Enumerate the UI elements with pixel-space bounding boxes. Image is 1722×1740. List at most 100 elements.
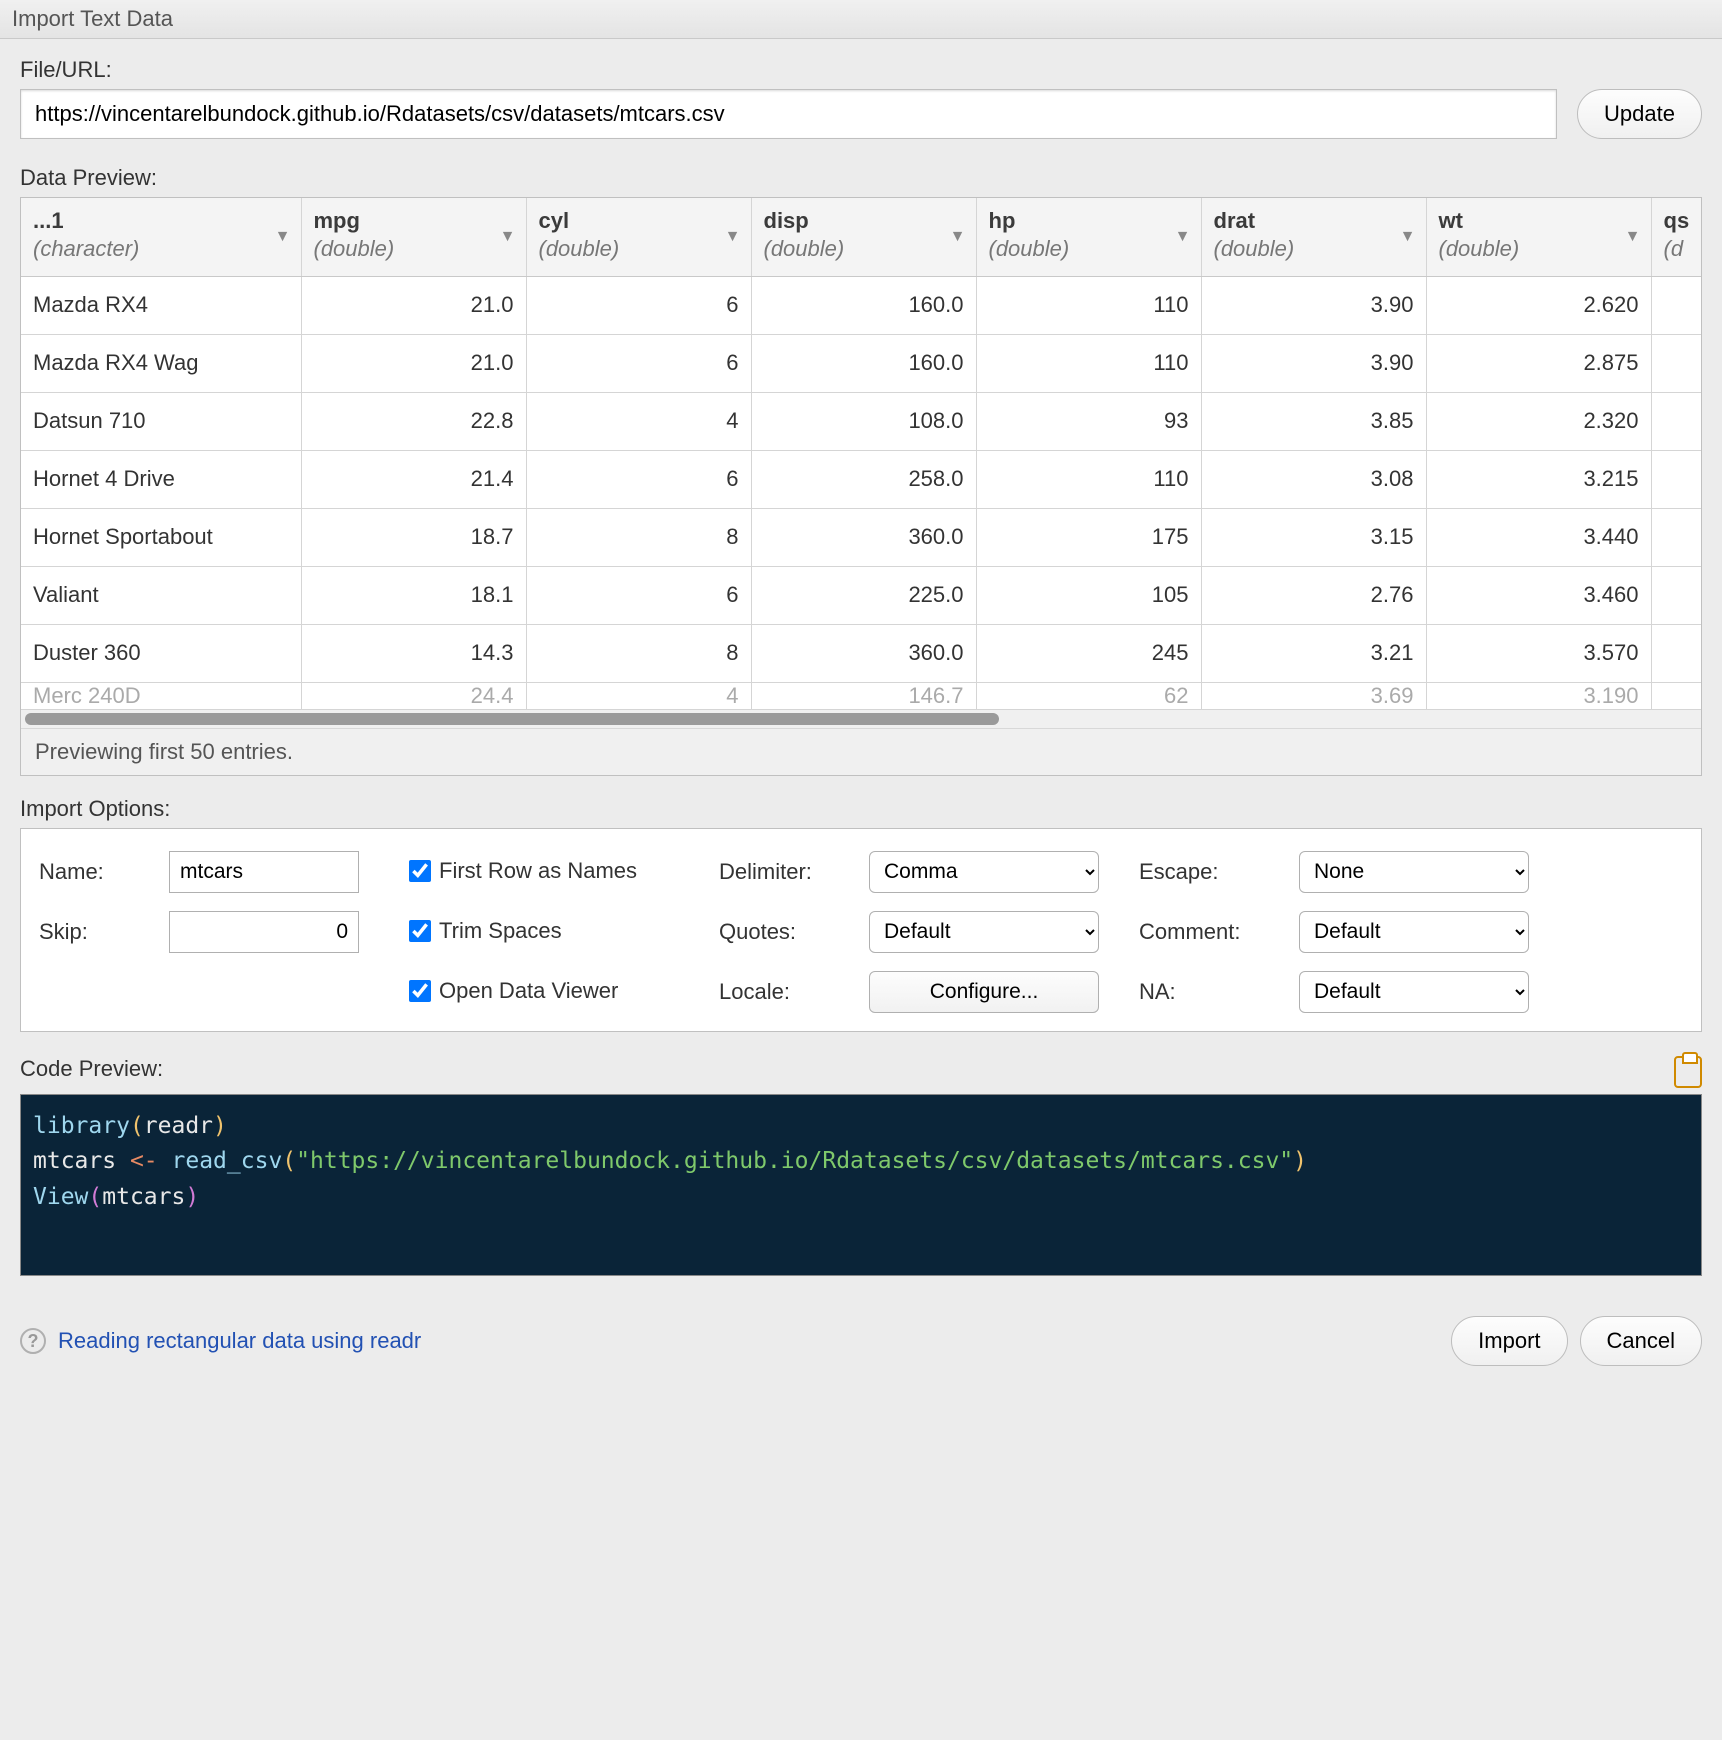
na-label: NA:: [1139, 979, 1299, 1005]
table-cell: 18.1: [301, 566, 526, 624]
table-cell: 2.620: [1426, 276, 1651, 334]
table-row: Mazda RX4 Wag21.06160.01103.902.875: [21, 334, 1701, 392]
chevron-down-icon[interactable]: ▼: [950, 228, 966, 246]
table-cell: 175: [976, 508, 1201, 566]
cancel-button[interactable]: Cancel: [1580, 1316, 1702, 1366]
table-cell: 105: [976, 566, 1201, 624]
table-cell: 6: [526, 450, 751, 508]
table-cell: 110: [976, 450, 1201, 508]
import-options-label: Import Options:: [20, 796, 1702, 822]
chevron-down-icon[interactable]: ▼: [500, 228, 516, 246]
table-cell: 21.0: [301, 334, 526, 392]
escape-label: Escape:: [1139, 859, 1299, 885]
chevron-down-icon[interactable]: ▼: [1175, 228, 1191, 246]
table-cell: 110: [976, 334, 1201, 392]
table-cell: 360.0: [751, 624, 976, 682]
column-header[interactable]: drat(double)▼: [1201, 198, 1426, 276]
column-header[interactable]: wt(double)▼: [1426, 198, 1651, 276]
table-cell: 18.7: [301, 508, 526, 566]
column-header[interactable]: ...1(character)▼: [21, 198, 301, 276]
table-cell: 3.460: [1426, 566, 1651, 624]
table-cell: 14.3: [301, 624, 526, 682]
first-row-as-names-checkbox[interactable]: First Row as Names: [409, 857, 689, 886]
table-cell: 8: [526, 624, 751, 682]
file-url-input[interactable]: [20, 89, 1557, 139]
skip-label: Skip:: [39, 919, 169, 945]
help-icon[interactable]: ?: [20, 1328, 46, 1354]
table-cell: 6: [526, 334, 751, 392]
na-select[interactable]: Default: [1299, 971, 1529, 1013]
data-preview-scroll[interactable]: ...1(character)▼ mpg(double)▼ cyl(double…: [21, 198, 1701, 710]
locale-configure-button[interactable]: Configure...: [869, 971, 1099, 1013]
table-cell: 3.08: [1201, 450, 1426, 508]
table-cell: 3.85: [1201, 392, 1426, 450]
help-link[interactable]: Reading rectangular data using readr: [58, 1328, 421, 1354]
table-row: Merc 240D24.44146.7623.693.190: [21, 682, 1701, 709]
code-preview-label: Code Preview:: [20, 1056, 163, 1082]
table-cell: 110: [976, 276, 1201, 334]
window-title: Import Text Data: [0, 0, 1722, 39]
table-cell: 2.76: [1201, 566, 1426, 624]
quotes-select[interactable]: Default: [869, 911, 1099, 953]
table-cell: 21.0: [301, 276, 526, 334]
locale-label: Locale:: [719, 979, 869, 1005]
table-cell: 6: [526, 566, 751, 624]
table-cell: 3.21: [1201, 624, 1426, 682]
skip-input[interactable]: [169, 911, 359, 953]
table-cell: Duster 360: [21, 624, 301, 682]
table-cell: 4: [526, 392, 751, 450]
comment-select[interactable]: Default: [1299, 911, 1529, 953]
delimiter-label: Delimiter:: [719, 859, 869, 885]
chevron-down-icon[interactable]: ▼: [275, 228, 291, 246]
table-cell: 93: [976, 392, 1201, 450]
table-cell: Hornet 4 Drive: [21, 450, 301, 508]
table-cell: Mazda RX4 Wag: [21, 334, 301, 392]
table-cell: 2.320: [1426, 392, 1651, 450]
data-preview-panel: ...1(character)▼ mpg(double)▼ cyl(double…: [20, 197, 1702, 776]
name-label: Name:: [39, 859, 169, 885]
table-cell: 3.90: [1201, 334, 1426, 392]
delimiter-select[interactable]: Comma: [869, 851, 1099, 893]
preview-footer-text: Previewing first 50 entries.: [21, 728, 1701, 775]
table-row: Duster 36014.38360.02453.213.570: [21, 624, 1701, 682]
clipboard-icon[interactable]: [1674, 1056, 1702, 1088]
table-cell: Datsun 710: [21, 392, 301, 450]
table-cell: Mazda RX4: [21, 276, 301, 334]
table-cell: 160.0: [751, 334, 976, 392]
data-preview-label: Data Preview:: [20, 165, 1702, 191]
table-row: Mazda RX421.06160.01103.902.620: [21, 276, 1701, 334]
chevron-down-icon[interactable]: ▼: [725, 228, 741, 246]
name-input[interactable]: [169, 851, 359, 893]
table-cell: 360.0: [751, 508, 976, 566]
table-cell: 258.0: [751, 450, 976, 508]
open-data-viewer-checkbox[interactable]: Open Data Viewer: [409, 977, 689, 1006]
table-row: Datsun 71022.84108.0933.852.320: [21, 392, 1701, 450]
comment-label: Comment:: [1139, 919, 1299, 945]
data-preview-table: ...1(character)▼ mpg(double)▼ cyl(double…: [21, 198, 1701, 710]
horizontal-scrollbar[interactable]: [21, 710, 1701, 728]
table-cell: 3.215: [1426, 450, 1651, 508]
code-preview[interactable]: library(readr) mtcars <- read_csv("https…: [20, 1094, 1702, 1277]
escape-select[interactable]: None: [1299, 851, 1529, 893]
quotes-label: Quotes:: [719, 919, 869, 945]
table-row: Hornet Sportabout18.78360.01753.153.440: [21, 508, 1701, 566]
table-cell: 21.4: [301, 450, 526, 508]
trim-spaces-checkbox[interactable]: Trim Spaces: [409, 917, 689, 946]
import-options-panel: Name: First Row as Names Delimiter: Comm…: [20, 828, 1702, 1032]
table-cell: 3.15: [1201, 508, 1426, 566]
table-cell: Valiant: [21, 566, 301, 624]
chevron-down-icon[interactable]: ▼: [1625, 228, 1641, 246]
column-header[interactable]: mpg(double)▼: [301, 198, 526, 276]
chevron-down-icon[interactable]: ▼: [1400, 228, 1416, 246]
table-cell: 2.875: [1426, 334, 1651, 392]
table-cell: 3.440: [1426, 508, 1651, 566]
column-header[interactable]: disp(double)▼: [751, 198, 976, 276]
update-button[interactable]: Update: [1577, 89, 1702, 139]
column-header[interactable]: hp(double)▼: [976, 198, 1201, 276]
column-header[interactable]: qs(d: [1651, 198, 1701, 276]
table-row: Valiant18.16225.01052.763.460: [21, 566, 1701, 624]
table-cell: 245: [976, 624, 1201, 682]
column-header[interactable]: cyl(double)▼: [526, 198, 751, 276]
table-header-row: ...1(character)▼ mpg(double)▼ cyl(double…: [21, 198, 1701, 276]
import-button[interactable]: Import: [1451, 1316, 1567, 1366]
